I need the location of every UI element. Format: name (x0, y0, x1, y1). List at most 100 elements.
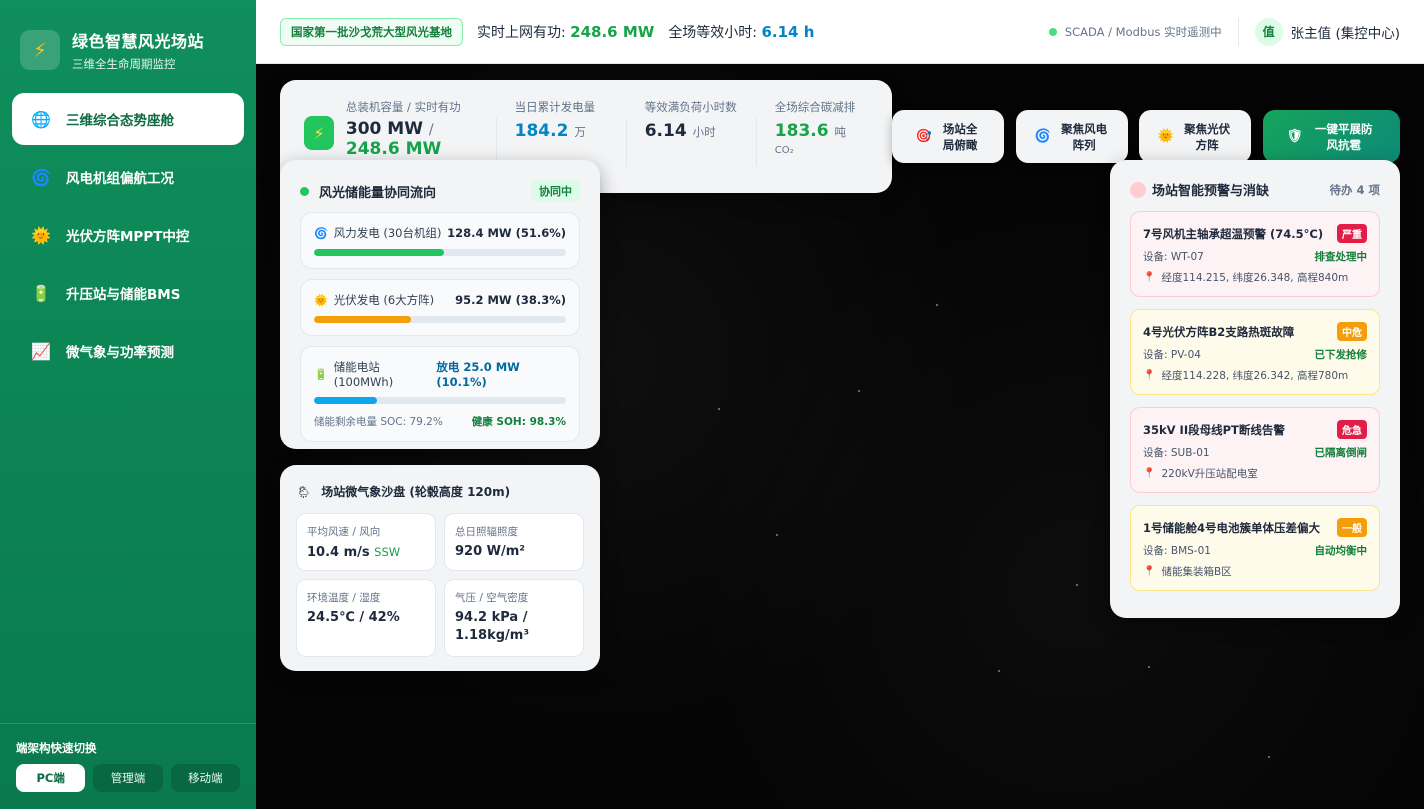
sidebar-item-label: 三维综合态势座舱 (66, 113, 174, 129)
battery-icon: 🔋 (31, 283, 51, 303)
switch-mobile-button[interactable]: 移动端 (170, 764, 240, 792)
brand-subtitle: 三维全生命周期监控 (72, 57, 176, 71)
weather-cell-temperature: 环境温度 / 湿度 24.5℃ / 42% (296, 579, 436, 657)
scada-status: SCADA / Modbus 实时遥测中 (1048, 24, 1222, 40)
hours-label: 全场等效小时: (668, 24, 758, 41)
status-dot-icon (300, 186, 309, 196)
flow-label: 储能电站 (100MWh) (333, 360, 394, 389)
full-load-hours-value: 6.14 小时 (644, 121, 716, 141)
lightning-icon: ⚡ (304, 116, 334, 150)
pending-count: 待办 4 项 (1329, 182, 1380, 197)
sidebar-nav: 🌐 三维综合态势座舱 🌀 风电机组偏航工况 🌞 光伏方阵MPPT中控 🔋 升压站… (0, 93, 256, 377)
flow-label: 风力发电 (30台机组) (333, 226, 442, 240)
alert-item[interactable]: 35kV II段母线PT断线告警 危急 设备: SUB-01 已隔离倒闸 📍 220… (1130, 407, 1380, 493)
flow-item-storage: 🔋 储能电站 (100MWh) 放电 25.0 MW (10.1%) 储能剩余电… (300, 346, 580, 442)
sun-icon: 🌞 (314, 293, 328, 307)
daily-generation-label: 当日累计发电量 (514, 100, 596, 114)
status-dot-icon (1048, 27, 1057, 36)
flow-label: 光伏发电 (6大方阵) (333, 293, 435, 307)
weather-title: 场站微气象沙盘 (轮毂高度 120m) (321, 485, 511, 499)
cyclone-icon: 🌀 (314, 226, 328, 240)
battery-icon: 🔋 (314, 367, 328, 381)
power-value: 248.6 MW (570, 22, 655, 41)
severity-badge: 一般 (1337, 518, 1367, 537)
realtime-power: 实时上网有功: 248.6 MW (477, 22, 654, 42)
energy-flow-title: 风光储能量协同流向 (319, 185, 437, 201)
hours-value: 6.14 h (761, 22, 815, 41)
progress-fill (314, 249, 445, 256)
carbon-sub: CO₂ (774, 145, 794, 156)
global-overview-button[interactable]: 🎯 场站全局俯瞰 (892, 110, 1004, 163)
micro-weather-card: 🌦 场站微气象沙盘 (轮毂高度 120m) 平均风速 / 风向 10.4 m/s… (280, 465, 600, 671)
alert-item[interactable]: 7号风机主轴承超温预警 (74.5°C) 严重 设备: WT-07 排查处理中 📍… (1130, 211, 1380, 297)
alert-item[interactable]: 4号光伏方阵B2支路热斑故障 中危 设备: PV-04 已下发抢修 📍 经度114.… (1130, 309, 1380, 395)
sidebar-item-label: 升压站与储能BMS (66, 287, 181, 303)
kpi-divider (625, 118, 627, 166)
scada-text: SCADA / Modbus 实时遥测中 (1064, 24, 1222, 39)
sidebar-item-label: 风电机组偏航工况 (66, 171, 174, 187)
progress-fill (314, 316, 411, 323)
user-name[interactable]: 张主值 (集控中心) (1291, 22, 1400, 42)
flow-value: 95.2 MW (38.3%) (455, 293, 566, 307)
location-pin-icon: 📍 (1143, 566, 1156, 577)
alert-item[interactable]: 1号储能舱4号电池簇单体压差偏大 一般 设备: BMS-01 自动均衡中 📍 储能集… (1130, 505, 1380, 591)
switcher-title: 端架构快速切换 (16, 741, 97, 755)
alert-dot-icon (1130, 181, 1146, 198)
progress-fill (314, 397, 377, 404)
weather-cell-wind: 平均风速 / 风向 10.4 m/s SSW (296, 513, 436, 571)
progress-bar (314, 316, 566, 323)
soh-text: 健康 SOH: 98.3% (471, 416, 566, 428)
wind-hail-protection-button[interactable]: 🛡 一键平展防风抗雹 (1263, 110, 1400, 163)
location-pin-icon: 📍 (1143, 272, 1156, 283)
capacity-value: 300 MW / 248.6 MW (345, 119, 442, 159)
progress-bar (314, 397, 566, 404)
lightning-icon: ⚡ (20, 30, 60, 70)
status-badge: 协同中 (531, 180, 580, 202)
sidebar-item-weather-forecast[interactable]: 📈 微气象与功率预测 (12, 325, 244, 377)
top-header: 国家第一批沙戈荒大型风光基地 实时上网有功: 248.6 MW 全场等效小时: … (256, 0, 1424, 64)
energy-flow-card: 风光储能量协同流向 协同中 🌀 风力发电 (30台机组) 128.4 MW (5… (280, 160, 600, 449)
base-tag: 国家第一批沙戈荒大型风光基地 (280, 17, 463, 46)
severity-badge: 中危 (1337, 322, 1367, 341)
flow-item-pv: 🌞 光伏发电 (6大方阵) 95.2 MW (38.3%) (300, 279, 580, 336)
full-load-hours-label: 等效满负荷小时数 (644, 100, 737, 114)
sidebar-item-label: 微气象与功率预测 (66, 345, 174, 361)
flow-item-wind: 🌀 风力发电 (30台机组) 128.4 MW (51.6%) (300, 212, 580, 269)
soc-text: 储能剩余电量 SOC: 79.2% (314, 416, 443, 428)
chart-icon: 📈 (31, 341, 51, 361)
avatar[interactable]: 值 (1254, 17, 1283, 46)
header-divider (1237, 17, 1239, 46)
sidebar-item-label: 光伏方阵MPPT中控 (66, 229, 190, 245)
brand: ⚡ 绿色智慧风光场站 三维全生命周期监控 (0, 0, 256, 80)
power-label: 实时上网有功: (477, 24, 566, 41)
daily-generation-value: 184.2 万 (514, 121, 586, 141)
cyclone-icon: 🌀 (1034, 128, 1052, 144)
carbon-value: 183.6 吨 (774, 121, 846, 141)
kpi-divider (495, 118, 497, 166)
switch-pc-button[interactable]: PC端 (16, 764, 86, 792)
flow-value: 放电 25.0 MW (10.1%) (436, 360, 520, 389)
sidebar-item-cockpit[interactable]: 🌐 三维综合态势座舱 (12, 93, 244, 145)
globe-icon: 🌐 (31, 109, 51, 129)
switch-admin-button[interactable]: 管理端 (93, 764, 163, 792)
severity-badge: 危急 (1337, 420, 1367, 439)
sidebar-item-pv-mppt[interactable]: 🌞 光伏方阵MPPT中控 (12, 209, 244, 261)
capacity-label: 总装机容量 / 实时有功 (345, 100, 461, 114)
location-pin-icon: 📍 (1143, 370, 1156, 381)
kpi-divider (755, 118, 757, 166)
sidebar: ⚡ 绿色智慧风光场站 三维全生命周期监控 🌐 三维综合态势座舱 🌀 风电机组偏航… (0, 0, 256, 809)
platform-switcher: 端架构快速切换 PC端 管理端 移动端 (0, 723, 256, 809)
weather-cell-pressure: 气压 / 空气密度 94.2 kPa / 1.18kg/m³ (444, 579, 584, 657)
target-icon: 🎯 (915, 128, 933, 144)
sun-icon: 🌞 (1157, 128, 1175, 144)
location-pin-icon: 📍 (1143, 468, 1156, 479)
sidebar-item-substation-bms[interactable]: 🔋 升压站与储能BMS (12, 267, 244, 319)
sidebar-item-wind-turbines[interactable]: 🌀 风电机组偏航工况 (12, 151, 244, 203)
shield-icon: 🛡 (1286, 128, 1303, 144)
focus-wind-button[interactable]: 🌀 聚焦风电阵列 (1016, 110, 1128, 163)
focus-pv-button[interactable]: 🌞 聚焦光伏方阵 (1139, 110, 1251, 163)
alerts-title: 场站智能预警与消缺 (1152, 184, 1270, 199)
weather-cell-irradiance: 总日照辐照度 920 W/m² (444, 513, 584, 571)
sun-icon: 🌞 (31, 225, 51, 245)
carbon-label: 全场综合碳减排 (774, 100, 856, 114)
